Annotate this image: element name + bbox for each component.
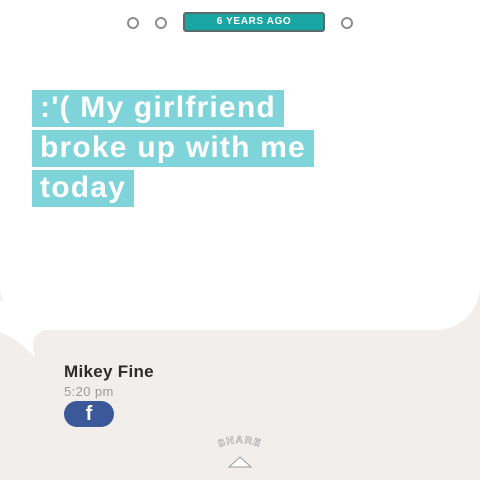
pager-current-label[interactable]: 6 YEARS AGO bbox=[183, 12, 325, 32]
pager-dot-2[interactable] bbox=[155, 17, 167, 29]
timeline-pager: 6 YEARS AGO bbox=[0, 12, 480, 32]
author-name: Mikey Fine bbox=[64, 362, 154, 381]
bubble-tail bbox=[0, 300, 44, 358]
facebook-icon: f bbox=[85, 403, 93, 425]
share-button[interactable]: SHARE bbox=[205, 433, 275, 473]
share-graphic: SHARE bbox=[217, 435, 263, 468]
message-line-1: :'( My girlfriend bbox=[32, 90, 284, 127]
pager-dot-1[interactable] bbox=[127, 17, 139, 29]
message-line-3: today bbox=[32, 170, 135, 207]
screen: 6 YEARS AGO :'( My girlfriend broke up w… bbox=[0, 0, 480, 480]
post-time: 5:20 pm bbox=[64, 384, 114, 399]
share-label: SHARE bbox=[217, 435, 263, 450]
author-info: Mikey Fine 5:20 pm bbox=[64, 362, 154, 399]
facebook-button[interactable]: f bbox=[64, 401, 114, 427]
status-message: :'( My girlfriend broke up with me today bbox=[32, 90, 452, 210]
pager-dot-3[interactable] bbox=[341, 17, 353, 29]
message-line-2: broke up with me bbox=[32, 130, 314, 167]
chevron-up-icon bbox=[227, 456, 253, 468]
